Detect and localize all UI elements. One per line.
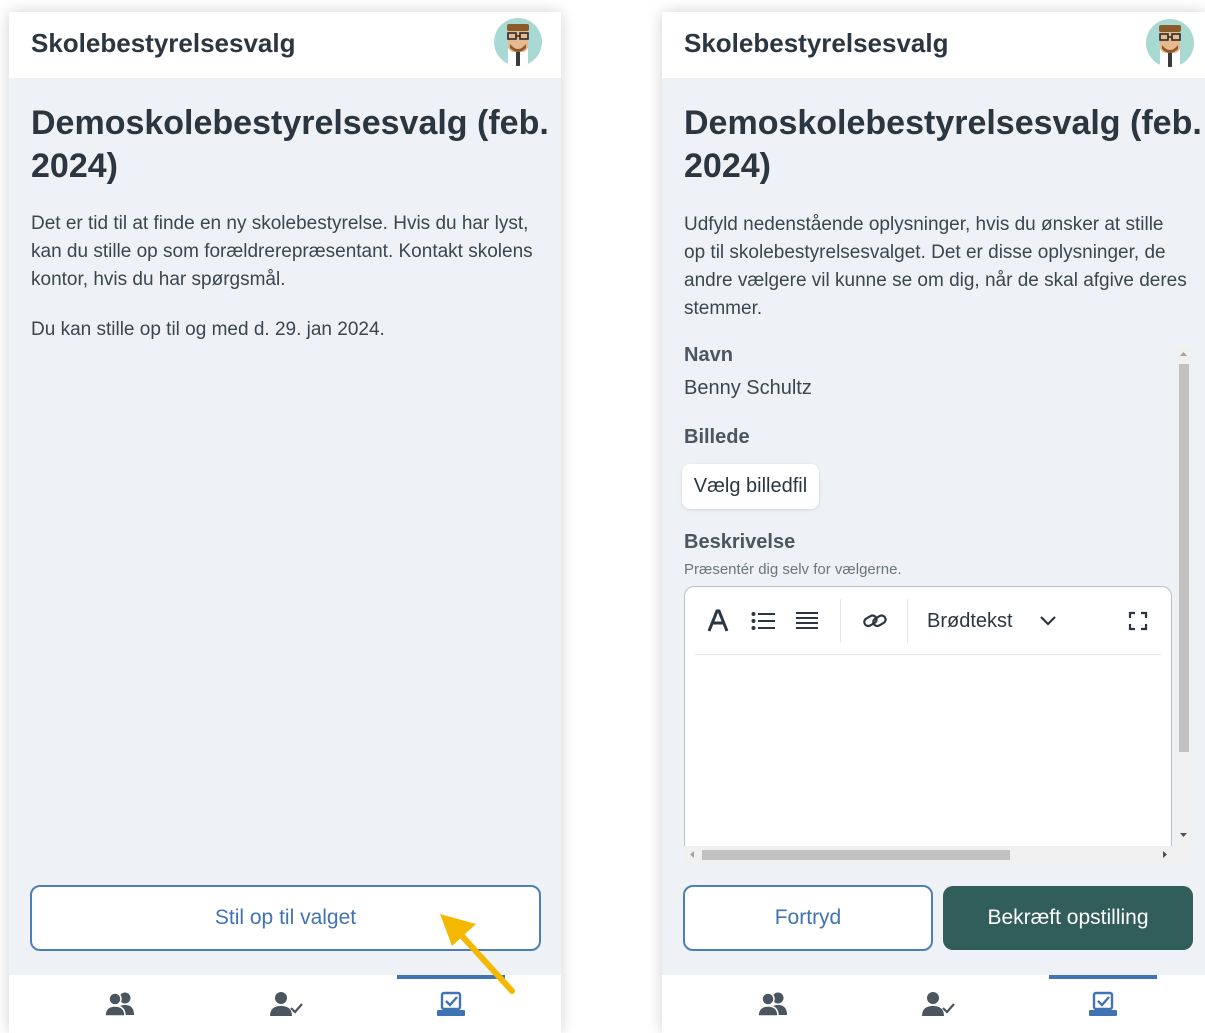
confirm-candidacy-button[interactable]: Bekræft opstilling xyxy=(943,886,1193,950)
align-button[interactable] xyxy=(792,601,822,641)
description-label: Beskrivelse xyxy=(684,531,796,553)
scroll-left-icon xyxy=(690,851,694,858)
nav-tab-candidates[interactable] xyxy=(719,975,827,1033)
bottom-nav xyxy=(662,975,1205,1033)
ballot-check-icon xyxy=(437,991,465,1016)
bullet-list-button[interactable] xyxy=(748,601,778,641)
text-style-value: Brødtekst xyxy=(927,609,1013,632)
name-value: Benny Schultz xyxy=(684,377,812,399)
fullscreen-button[interactable] xyxy=(1123,601,1153,641)
person-check-icon xyxy=(270,992,303,1016)
font-style-button[interactable] xyxy=(703,601,733,641)
editor-toolbar: Brødtekst xyxy=(685,587,1171,655)
avatar-icon xyxy=(1159,25,1181,67)
insert-link-button[interactable] xyxy=(858,601,892,641)
bullet-list-icon xyxy=(751,612,775,630)
link-icon xyxy=(863,614,887,628)
horizontal-scrollbar[interactable] xyxy=(684,846,1192,863)
description-editor[interactable]: Brødtekst xyxy=(684,586,1172,861)
toolbar-divider xyxy=(695,654,1161,655)
run-for-election-button[interactable]: Stil op til valget xyxy=(30,885,541,951)
choose-image-button[interactable]: Vælg billedfil xyxy=(682,464,819,509)
image-label: Billede xyxy=(684,426,750,448)
election-title: Demoskolebestyrelsesvalg (feb. 2024) xyxy=(31,104,549,185)
ballot-check-icon xyxy=(1089,991,1117,1016)
scroll-right-icon xyxy=(1163,851,1167,858)
horizontal-scroll-thumb[interactable] xyxy=(702,850,1010,860)
deadline-text: Du kan stille op til og med d. 29. jan 2… xyxy=(31,319,385,340)
nav-tab-candidates[interactable] xyxy=(66,975,174,1033)
description-hint: Præsentér dig selv for vælgerne. xyxy=(684,561,902,578)
fullscreen-icon xyxy=(1128,611,1148,631)
avatar[interactable] xyxy=(1146,19,1194,67)
person-check-icon xyxy=(922,992,955,1016)
app-bar: Skolebestyrelsesvalg xyxy=(662,12,1205,78)
phone-screen-right: Skolebestyrelsesvalg Demoskolebestyrelse… xyxy=(662,12,1205,1033)
name-label: Navn xyxy=(684,344,733,366)
form-intro-text: Udfyld nedenstående oplysninger, hvis du… xyxy=(684,214,1187,319)
toolbar-separator xyxy=(907,599,908,643)
nav-tab-ballot[interactable] xyxy=(397,975,505,1033)
chevron-down-icon xyxy=(1039,616,1056,626)
toolbar-separator xyxy=(840,599,841,643)
people-icon xyxy=(104,992,134,1017)
nav-tab-vote[interactable] xyxy=(232,975,340,1033)
app-bar: Skolebestyrelsesvalg xyxy=(9,12,561,78)
scroll-down-icon xyxy=(1180,833,1187,837)
people-icon xyxy=(757,992,787,1017)
text-style-select[interactable]: Brødtekst xyxy=(927,601,1077,641)
vertical-scrollbar[interactable] xyxy=(1175,346,1192,861)
nav-tab-vote[interactable] xyxy=(884,975,992,1033)
app-title: Skolebestyrelsesvalg xyxy=(31,28,296,58)
bottom-nav xyxy=(9,975,561,1033)
phone-screen-left: Skolebestyrelsesvalg Demoskolebestyrelse… xyxy=(9,12,561,1033)
vertical-scroll-thumb[interactable] xyxy=(1179,364,1189,752)
intro-text: Det er tid til at finde en ny skolebesty… xyxy=(31,213,533,290)
scroll-up-icon xyxy=(1180,352,1187,356)
election-title: Demoskolebestyrelsesvalg (feb. 2024) xyxy=(684,104,1202,185)
avatar-icon xyxy=(507,24,529,66)
align-justify-icon xyxy=(796,612,818,629)
app-title: Skolebestyrelsesvalg xyxy=(684,28,949,58)
avatar[interactable] xyxy=(494,18,542,66)
cancel-button[interactable]: Fortryd xyxy=(683,885,933,951)
text-format-icon xyxy=(707,609,729,632)
nav-tab-ballot[interactable] xyxy=(1049,975,1157,1033)
